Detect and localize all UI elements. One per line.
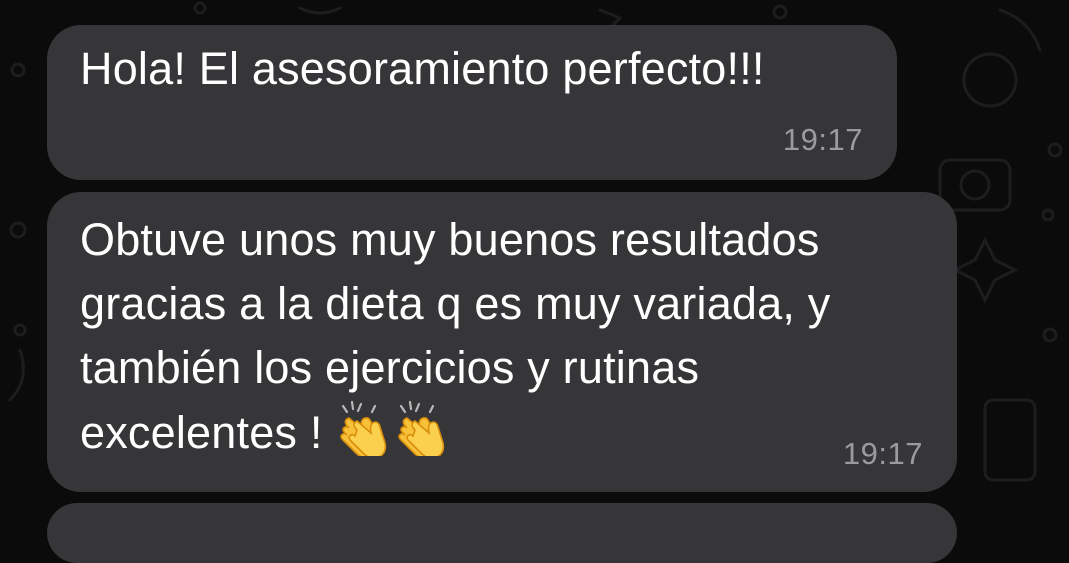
message-bubble[interactable]: Hola! El asesoramiento perfecto!!! 19:17 (47, 25, 897, 180)
message-text-container: Obtuve unos muy buenos resultados gracia… (80, 208, 930, 465)
message-text: Hola! El asesoramiento perfecto!!! (80, 43, 765, 94)
clapping-hands-icon (335, 400, 393, 456)
message-timestamp: 19:17 (782, 122, 863, 157)
message-bubble[interactable]: Obtuve unos muy buenos resultados gracia… (47, 192, 957, 492)
clapping-hands-icon (393, 400, 451, 456)
message-timestamp: 19:17 (842, 436, 923, 471)
message-bubble-partial[interactable] (47, 503, 957, 563)
message-text: Obtuve unos muy buenos resultados gracia… (80, 214, 831, 458)
